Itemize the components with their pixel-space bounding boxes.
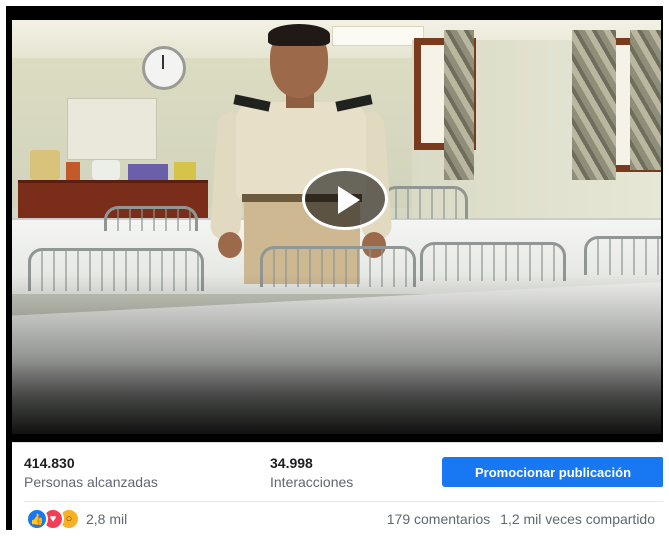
video-shadow-overlay — [12, 274, 661, 434]
video-scene-curtain — [630, 30, 661, 170]
engagement-count: 34.998 — [270, 455, 313, 471]
video-scene-chair — [584, 236, 661, 275]
promote-post-button[interactable]: Promocionar publicación — [442, 457, 663, 487]
engagement-label: Interacciones — [270, 474, 354, 490]
video-scene-chair — [104, 206, 198, 231]
shares-link[interactable]: 1,2 mil veces compartido — [500, 511, 655, 527]
video-scene-curtain — [444, 30, 474, 180]
reach-label: Personas alcanzadas — [24, 474, 158, 490]
like-icon: 👍 — [26, 508, 48, 530]
play-button[interactable] — [302, 168, 388, 230]
video-player[interactable] — [12, 20, 661, 434]
video-scene-curtain — [572, 30, 616, 180]
post-insights-panel: 414.830 Personas alcanzadas 34.998 Inter… — [12, 442, 663, 530]
engagement-meta: 179 comentarios 1,2 mil veces compartido — [387, 511, 655, 527]
video-scene-shelf-items — [30, 148, 210, 180]
engagement-stat: 34.998 Interacciones — [270, 455, 353, 491]
video-scene-clock — [142, 46, 186, 90]
reaction-count: 2,8 mil — [86, 511, 128, 527]
reach-count: 414.830 — [24, 455, 75, 471]
divider — [24, 501, 663, 502]
reach-stat: 414.830 Personas alcanzadas — [24, 455, 158, 491]
reactions-summary[interactable]: 👍 ♥ ○ 2,8 mil — [26, 508, 128, 530]
post-card: 414.830 Personas alcanzadas 34.998 Inter… — [6, 6, 663, 530]
comments-link[interactable]: 179 comentarios — [387, 511, 491, 527]
